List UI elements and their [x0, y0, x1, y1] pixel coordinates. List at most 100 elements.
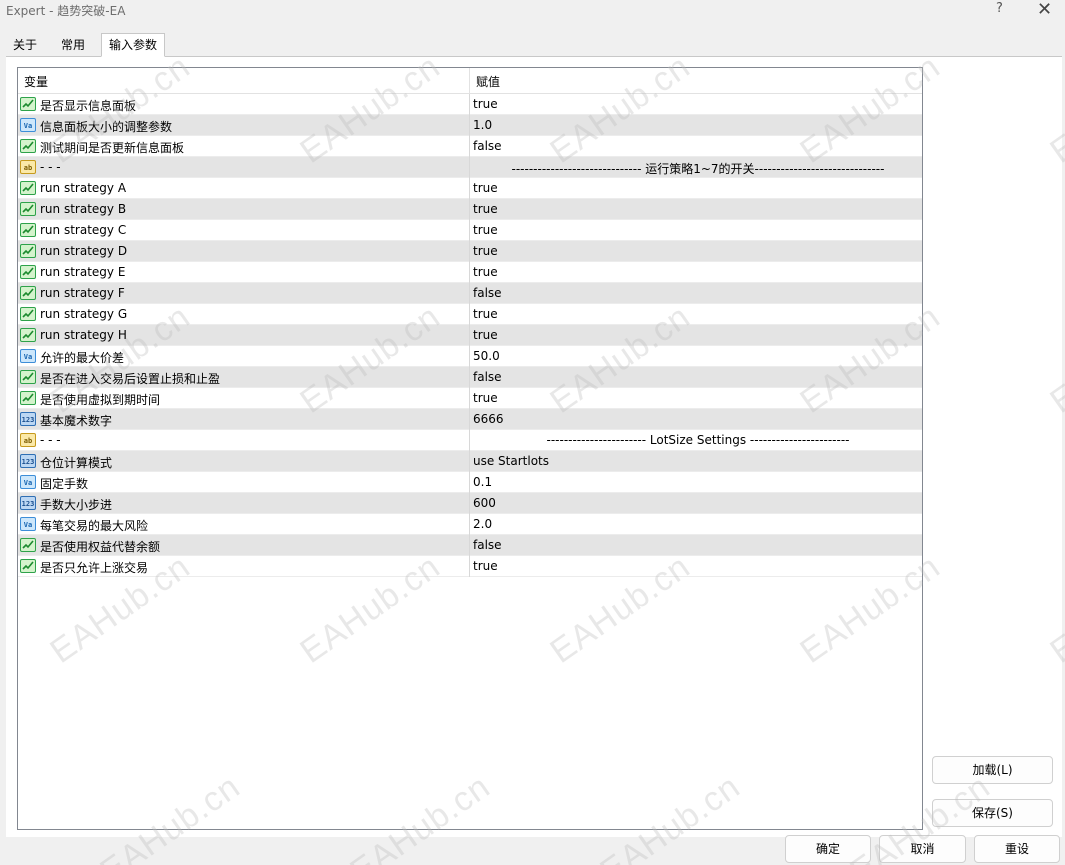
bool-param-icon: [20, 139, 36, 153]
table-row[interactable]: run strategy A true: [18, 178, 922, 199]
param-value[interactable]: true: [473, 202, 498, 216]
param-value[interactable]: 0.1: [473, 475, 492, 489]
bool-param-icon: [20, 559, 36, 573]
column-divider: [469, 493, 470, 514]
save-button[interactable]: 保存(S): [932, 799, 1053, 827]
header-divider[interactable]: [469, 68, 470, 94]
param-name: run strategy E: [40, 265, 126, 279]
integer-param-icon: 123: [20, 454, 36, 468]
param-value[interactable]: 600: [473, 496, 496, 510]
table-row[interactable]: 123 基本魔术数字 6666: [18, 409, 922, 430]
table-row[interactable]: Va 信息面板大小的调整参数 1.0: [18, 115, 922, 136]
header-variable[interactable]: 变量: [24, 73, 48, 90]
table-row[interactable]: Va 每笔交易的最大风险 2.0: [18, 514, 922, 535]
param-value[interactable]: ----------------------- LotSize Settings…: [473, 433, 922, 447]
tab-strip: 关于 常用 输入参数: [6, 33, 1062, 57]
table-row[interactable]: Va 允许的最大价差 50.0: [18, 346, 922, 367]
param-value[interactable]: true: [473, 307, 498, 321]
table-row[interactable]: 是否使用权益代替余额 false: [18, 535, 922, 556]
param-value[interactable]: 2.0: [473, 517, 492, 531]
param-name: run strategy F: [40, 286, 125, 300]
bool-param-icon: [20, 97, 36, 111]
bool-param-icon: [20, 538, 36, 552]
bool-param-icon: [20, 391, 36, 405]
tab-inputs[interactable]: 输入参数: [101, 33, 166, 57]
param-value[interactable]: false: [473, 370, 502, 384]
bool-param-icon: [20, 286, 36, 300]
param-name: run strategy D: [40, 244, 128, 258]
tab-common[interactable]: 常用: [54, 35, 92, 57]
bool-param-icon: [20, 181, 36, 195]
table-row[interactable]: 是否只允许上涨交易 true: [18, 556, 922, 577]
table-row[interactable]: 测试期间是否更新信息面板 false: [18, 136, 922, 157]
param-name: 是否只允许上涨交易: [40, 561, 149, 575]
param-value[interactable]: true: [473, 391, 498, 405]
double-param-icon: Va: [20, 118, 36, 132]
string-param-icon: ab: [20, 160, 36, 174]
column-divider: [469, 430, 470, 451]
param-name: run strategy H: [40, 328, 127, 342]
bool-param-icon: [20, 370, 36, 384]
param-value[interactable]: false: [473, 538, 502, 552]
bool-param-icon: [20, 328, 36, 342]
column-divider: [469, 304, 470, 325]
header-value[interactable]: 赋值: [476, 73, 500, 90]
param-name: 每笔交易的最大风险: [40, 519, 149, 533]
table-row[interactable]: 123 手数大小步进 600: [18, 493, 922, 514]
window-title: Expert - 趋势突破-EA: [6, 4, 126, 18]
param-name: 手数大小步进: [40, 498, 113, 512]
param-value[interactable]: true: [473, 223, 498, 237]
param-value[interactable]: true: [473, 559, 498, 573]
param-name: 是否使用虚拟到期时间: [40, 393, 161, 407]
param-name: run strategy G: [40, 307, 128, 321]
column-divider: [469, 220, 470, 241]
load-button[interactable]: 加载(L): [932, 756, 1053, 784]
reset-button[interactable]: 重设: [974, 835, 1060, 863]
column-divider: [469, 94, 470, 115]
param-value[interactable]: 50.0: [473, 349, 500, 363]
param-value[interactable]: false: [473, 286, 502, 300]
param-name: 信息面板大小的调整参数: [40, 120, 173, 134]
param-value[interactable]: ------------------------------ 运行策略1~7的开…: [473, 160, 922, 177]
param-name: 是否使用权益代替余额: [40, 540, 161, 554]
table-row[interactable]: run strategy F false: [18, 283, 922, 304]
table-row[interactable]: 是否显示信息面板 true: [18, 94, 922, 115]
param-value[interactable]: 6666: [473, 412, 504, 426]
table-row[interactable]: Va 固定手数 0.1: [18, 472, 922, 493]
close-icon[interactable]: ✕: [1037, 0, 1052, 20]
table-row[interactable]: run strategy D true: [18, 241, 922, 262]
table-row[interactable]: run strategy E true: [18, 262, 922, 283]
table-header: 变量 赋值: [18, 68, 922, 94]
param-name: 是否在进入交易后设置止损和止盈: [40, 372, 221, 386]
param-value[interactable]: true: [473, 328, 498, 342]
param-value[interactable]: true: [473, 97, 498, 111]
table-row[interactable]: run strategy G true: [18, 304, 922, 325]
param-value[interactable]: true: [473, 265, 498, 279]
column-divider: [469, 346, 470, 367]
bool-param-icon: [20, 223, 36, 237]
param-value[interactable]: false: [473, 139, 502, 153]
column-divider: [469, 283, 470, 304]
param-value[interactable]: true: [473, 244, 498, 258]
table-row[interactable]: run strategy C true: [18, 220, 922, 241]
column-divider: [469, 178, 470, 199]
param-name: 是否显示信息面板: [40, 99, 137, 113]
param-value[interactable]: 1.0: [473, 118, 492, 132]
tab-about[interactable]: 关于: [6, 35, 44, 57]
table-row[interactable]: 是否在进入交易后设置止损和止盈 false: [18, 367, 922, 388]
column-divider: [469, 115, 470, 136]
table-row[interactable]: ab - - - ------------------------------ 运行…: [18, 157, 922, 178]
help-icon[interactable]: ?: [996, 1, 1003, 16]
cancel-button[interactable]: 取消: [879, 835, 966, 863]
table-row[interactable]: run strategy B true: [18, 199, 922, 220]
table-row[interactable]: 123 仓位计算模式 use Startlots: [18, 451, 922, 472]
table-row[interactable]: 是否使用虚拟到期时间 true: [18, 388, 922, 409]
table-body: 是否显示信息面板 true Va 信息面板大小的调整参数 1.0 测试期间是否更新信息面板…: [18, 94, 922, 577]
param-value[interactable]: true: [473, 181, 498, 195]
param-value[interactable]: use Startlots: [473, 454, 549, 468]
table-row[interactable]: ab - - - ----------------------- LotSize S…: [18, 430, 922, 451]
ok-button[interactable]: 确定: [785, 835, 871, 863]
column-divider: [469, 556, 470, 577]
param-name: run strategy C: [40, 223, 127, 237]
table-row[interactable]: run strategy H true: [18, 325, 922, 346]
